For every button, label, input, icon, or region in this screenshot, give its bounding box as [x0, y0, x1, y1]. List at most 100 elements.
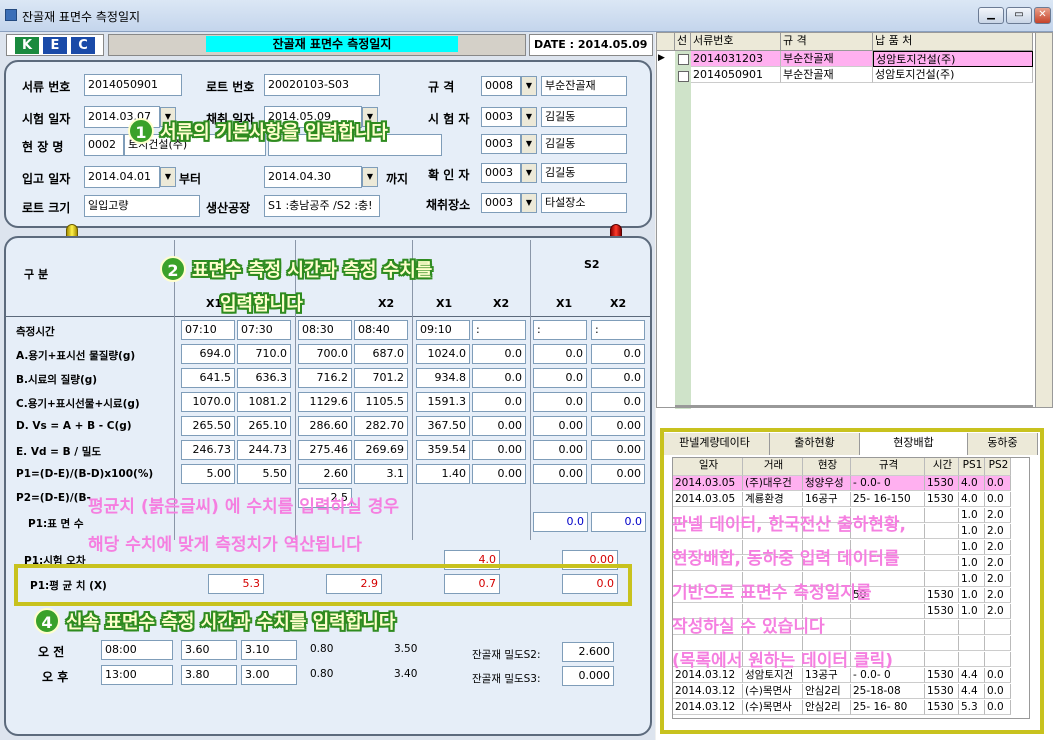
measure-cell[interactable]: 0.0 [533, 344, 587, 364]
measure-cell[interactable]: 1.40 [416, 464, 470, 484]
pm-v1[interactable]: 3.80 [181, 665, 237, 685]
measure-cell[interactable]: 636.3 [237, 368, 291, 388]
measure-cell[interactable]: 0.0 [591, 344, 645, 364]
place-dropdown[interactable]: ▼ [521, 193, 537, 213]
measure-cell[interactable]: 0.0 [591, 368, 645, 388]
list1-vscrollbar[interactable] [1035, 33, 1052, 407]
measure-cell[interactable]: 0.00 [472, 464, 526, 484]
measure-cell[interactable]: 09:10 [416, 320, 470, 340]
measure-cell[interactable]: 0.00 [591, 416, 645, 436]
measure-cell[interactable]: : [591, 320, 645, 340]
measure-cell[interactable]: 0.0 [533, 368, 587, 388]
measure-cell[interactable]: 934.8 [416, 368, 470, 388]
pm-v2[interactable]: 3.00 [241, 665, 297, 685]
measure-cell[interactable]: 0.00 [533, 416, 587, 436]
measure-cell[interactable]: 269.69 [354, 440, 408, 460]
measure-cell[interactable]: 265.50 [181, 416, 235, 436]
place-name-field[interactable]: 타설장소 [541, 193, 627, 213]
list1-row1-checkbox[interactable] [678, 54, 689, 65]
measure-cell[interactable]: 0.0 [472, 368, 526, 388]
measure-cell[interactable]: 5.50 [237, 464, 291, 484]
confirm-name-field[interactable]: 김길동 [541, 163, 627, 183]
pm-time[interactable]: 13:00 [101, 665, 173, 685]
measure-cell[interactable]: 1129.6 [298, 392, 352, 412]
p1-average-2[interactable]: 2.9 [326, 574, 382, 594]
close-button[interactable]: ✕ [1034, 7, 1051, 24]
list1-row1-doc[interactable]: 2014031203 [691, 51, 781, 67]
p1-surface-s2-x1[interactable]: 0.0 [533, 512, 588, 532]
measure-cell[interactable]: 2.60 [298, 464, 352, 484]
am-v1[interactable]: 3.60 [181, 640, 237, 660]
confirm-code-field[interactable]: 0003 [481, 163, 521, 183]
measure-cell[interactable]: 0.0 [533, 392, 587, 412]
measure-cell[interactable]: 286.60 [298, 416, 352, 436]
in-to-field[interactable]: 2014.04.30 [264, 166, 362, 188]
p1-average-4[interactable]: 0.0 [562, 574, 618, 594]
list1-row2-spec[interactable]: 부순잔골재 [781, 67, 873, 83]
site-code-field[interactable]: 0002 [84, 134, 124, 156]
measure-cell[interactable]: 710.0 [237, 344, 291, 364]
measure-cell[interactable]: 700.0 [298, 344, 352, 364]
in-from-field[interactable]: 2014.04.01 [84, 166, 160, 188]
p1-average-1[interactable]: 5.3 [208, 574, 264, 594]
measure-cell[interactable]: 0.00 [533, 464, 587, 484]
measure-cell[interactable]: 5.00 [181, 464, 235, 484]
measure-cell[interactable]: 244.73 [237, 440, 291, 460]
measure-cell[interactable]: 07:30 [237, 320, 291, 340]
checker-code-field[interactable]: 0003 [481, 134, 521, 154]
tester-dropdown[interactable]: ▼ [521, 107, 537, 127]
measure-cell[interactable]: 0.0 [472, 392, 526, 412]
measure-cell[interactable]: 0.00 [533, 440, 587, 460]
measure-cell[interactable]: 1081.2 [237, 392, 291, 412]
list1-hscrollbar[interactable] [675, 405, 1033, 408]
measure-cell[interactable]: 0.00 [472, 416, 526, 436]
list1-col-dest[interactable]: 납 품 처 [873, 33, 1033, 51]
list1-row2-checkbox[interactable] [678, 71, 689, 82]
in-from-dropdown[interactable]: ▼ [160, 167, 176, 187]
measure-cell[interactable]: 0.00 [472, 440, 526, 460]
list1-row2-doc[interactable]: 2014050901 [691, 67, 781, 83]
measure-cell[interactable]: 07:10 [181, 320, 235, 340]
measure-cell[interactable]: 08:40 [354, 320, 408, 340]
doc-no-field[interactable]: 2014050901 [84, 74, 182, 96]
checker-dropdown[interactable]: ▼ [521, 134, 537, 154]
spec-name-field[interactable]: 부순잔골재 [541, 76, 627, 96]
confirm-dropdown[interactable]: ▼ [521, 163, 537, 183]
measure-cell[interactable]: 1591.3 [416, 392, 470, 412]
measure-cell[interactable]: 0.00 [591, 440, 645, 460]
maximize-button[interactable]: ▭ [1006, 7, 1032, 24]
measure-cell[interactable]: 1105.5 [354, 392, 408, 412]
measure-cell[interactable]: 694.0 [181, 344, 235, 364]
list1-row1-spec[interactable]: 부순잔골재 [781, 51, 873, 67]
am-v2[interactable]: 3.10 [241, 640, 297, 660]
measure-cell[interactable]: 275.46 [298, 440, 352, 460]
list1-col-docno[interactable]: 서류번호 [691, 33, 781, 51]
measure-cell[interactable]: 716.2 [298, 368, 352, 388]
p1-surface-s2-x2[interactable]: 0.0 [591, 512, 646, 532]
measure-cell[interactable]: 265.10 [237, 416, 291, 436]
density-s3-field[interactable]: 0.000 [562, 666, 614, 686]
measure-cell[interactable]: 0.0 [591, 392, 645, 412]
measure-cell[interactable]: : [533, 320, 587, 340]
list1-row2-dest[interactable]: 성암토지건설(주) [873, 67, 1033, 83]
list1-row1-dest[interactable]: 성암토지건설(주) [873, 51, 1033, 67]
am-time[interactable]: 08:00 [101, 640, 173, 660]
tester-code-field[interactable]: 0003 [481, 107, 521, 127]
spec-code-field[interactable]: 0008 [481, 76, 521, 96]
measure-cell[interactable]: 359.54 [416, 440, 470, 460]
lot-no-field[interactable]: 20020103-S03 [264, 74, 380, 96]
measure-cell[interactable]: 367.50 [416, 416, 470, 436]
measure-cell[interactable]: 246.73 [181, 440, 235, 460]
density-s2-field[interactable]: 2.600 [562, 642, 614, 662]
measure-cell[interactable]: 0.0 [472, 344, 526, 364]
checker-name-field[interactable]: 김길동 [541, 134, 627, 154]
measure-cell[interactable]: : [472, 320, 526, 340]
spec-dropdown[interactable]: ▼ [521, 76, 537, 96]
minimize-button[interactable]: ▁ [978, 7, 1004, 24]
measure-cell[interactable]: 1024.0 [416, 344, 470, 364]
tester-name-field[interactable]: 김길동 [541, 107, 627, 127]
measure-cell[interactable]: 0.00 [591, 464, 645, 484]
measure-cell[interactable]: 687.0 [354, 344, 408, 364]
p1-average-3[interactable]: 0.7 [444, 574, 500, 594]
measure-cell[interactable]: 3.1 [354, 464, 408, 484]
